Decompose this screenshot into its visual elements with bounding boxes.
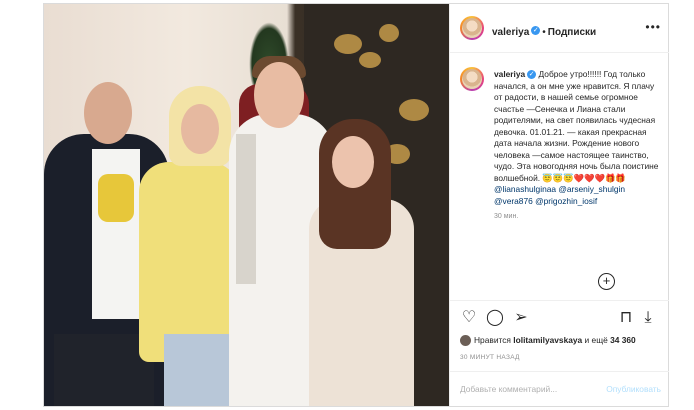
header-line: valeriya ✓ • Подписки: [492, 22, 596, 40]
liker-avatar[interactable]: [460, 335, 471, 347]
photo-gold-ornament: [334, 34, 362, 54]
caption-author-avatar[interactable]: [460, 67, 484, 91]
post-header: valeriya ✓ • Подписки •••: [450, 4, 669, 53]
separator-dot: •: [542, 27, 546, 38]
posted-time: 30 МИНУТ НАЗАД: [460, 354, 520, 361]
mention-link[interactable]: @prigozhin_iosif: [535, 196, 597, 206]
likes-middle: и ещё: [584, 335, 608, 345]
photo-person-1-print: [98, 174, 134, 222]
following-button[interactable]: Подписки: [548, 27, 596, 38]
photo-gold-ornament: [359, 52, 381, 68]
caption-username[interactable]: valeriya: [494, 69, 525, 79]
bookmark-icon[interactable]: ⊓: [617, 309, 635, 327]
photo-person-3-head: [254, 62, 304, 128]
post-caption: valeriya ✓ Доброе утро!!!!!! Год только н…: [494, 69, 659, 223]
comment-box: Добавьте комментарий... Опубликовать: [450, 372, 669, 406]
photo-gold-ornament: [379, 24, 399, 42]
load-more-comments-icon[interactable]: +: [598, 273, 615, 290]
post-side-panel: valeriya ✓ • Подписки ••• valeriya ✓ Доброе …: [449, 4, 669, 406]
verified-badge-icon: ✓: [531, 26, 541, 36]
photo-person-3-vest: [236, 134, 256, 284]
likes-count[interactable]: 34 360: [610, 335, 636, 345]
more-dots-icon[interactable]: •••: [645, 20, 661, 34]
comment-input[interactable]: Добавьте комментарий...: [460, 384, 557, 394]
post-photo[interactable]: [44, 4, 449, 406]
share-icon[interactable]: ➢: [512, 309, 530, 327]
mention-link[interactable]: @vera876: [494, 196, 533, 206]
photo-person-2-jacket: [139, 162, 239, 362]
mention-link[interactable]: @lianashulginaa: [494, 184, 556, 194]
mention-link[interactable]: @arseniy_shulgin: [558, 184, 625, 194]
comment-icon[interactable]: ◯: [486, 309, 504, 327]
photo-person-4-face: [332, 136, 374, 188]
likes-prefix: Нравится: [474, 335, 511, 345]
likes-line: Нравится lolitamilyavskaya и ещё 34 360: [460, 335, 636, 347]
heart-icon[interactable]: ♡: [460, 309, 478, 327]
download-icon[interactable]: ⤓: [639, 309, 657, 327]
divider: [450, 300, 669, 301]
liker-username[interactable]: lolitamilyavskaya: [513, 335, 582, 345]
caption-text: Доброе утро!!!!!! Год только начался, а …: [494, 69, 659, 183]
photo-person-2-face: [181, 104, 219, 154]
verified-badge-icon: ✓: [527, 70, 537, 80]
publish-button[interactable]: Опубликовать: [606, 384, 661, 394]
photo-person-1-head: [84, 82, 132, 144]
photo-person-2-jeans: [164, 334, 239, 406]
instagram-post-window: valeriya ✓ • Подписки ••• valeriya ✓ Доброе …: [43, 3, 669, 407]
photo-gold-ornament: [399, 99, 429, 121]
author-username[interactable]: valeriya: [492, 27, 529, 38]
author-avatar[interactable]: [460, 16, 484, 40]
caption-time: 30 мин.: [494, 213, 519, 220]
